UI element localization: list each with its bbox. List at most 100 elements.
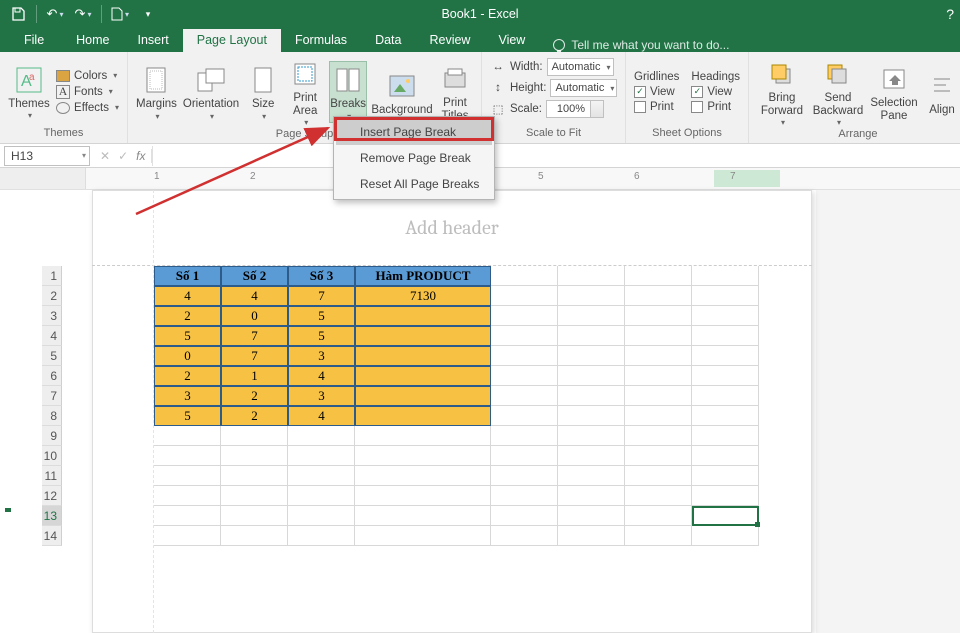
table-header[interactable]: Số 1 [154,266,221,286]
cell[interactable] [692,306,759,326]
print-area-button[interactable]: Print Area▾ [287,56,323,128]
cell[interactable] [625,486,692,506]
cell[interactable]: 5 [154,326,221,346]
table-header[interactable]: Số 2 [221,266,288,286]
cell[interactable] [288,446,355,466]
cell[interactable] [355,406,491,426]
row-header[interactable]: 11 [42,466,62,486]
ribbon-help-icon[interactable]: ? [946,0,954,28]
themes-button[interactable]: Aa Themes▾ [8,62,50,121]
cell[interactable] [221,466,288,486]
selection-pane-button[interactable]: Selection Pane [869,61,919,122]
cell[interactable] [625,286,692,306]
cell[interactable]: 2 [221,406,288,426]
cell[interactable]: 7 [221,326,288,346]
cell[interactable] [221,486,288,506]
cell[interactable] [625,466,692,486]
cell[interactable] [558,306,625,326]
cancel-formula-icon[interactable]: ✕ [100,149,110,163]
cell[interactable]: 4 [221,286,288,306]
cell[interactable] [558,406,625,426]
cell[interactable] [154,446,221,466]
align-button[interactable]: Align [925,68,959,117]
scale-spinner[interactable]: 100% [546,100,604,118]
effects-button[interactable]: Effects▾ [56,102,119,114]
tab-data[interactable]: Data [361,29,415,52]
cell[interactable] [625,266,692,286]
cell[interactable] [692,446,759,466]
cell[interactable] [625,526,692,546]
cell[interactable] [558,446,625,466]
cell[interactable]: 7 [221,346,288,366]
cell[interactable]: 7 [288,286,355,306]
row-header[interactable]: 1 [42,266,62,286]
new-doc-button[interactable]: ▾ [108,2,132,26]
colors-button[interactable]: Colors▾ [56,70,119,82]
cell[interactable] [692,286,759,306]
cell[interactable] [491,526,558,546]
headings-view-checkbox[interactable] [691,86,703,98]
row-header[interactable]: 8 [42,406,62,426]
cell[interactable] [692,326,759,346]
cell[interactable] [288,486,355,506]
row-header[interactable]: 4 [42,326,62,346]
cell[interactable] [625,446,692,466]
tab-home[interactable]: Home [62,29,123,52]
cell[interactable] [491,346,558,366]
cell[interactable] [491,386,558,406]
cell[interactable] [625,306,692,326]
cell[interactable] [558,286,625,306]
formula-input[interactable] [152,146,960,166]
cell[interactable]: 7130 [355,286,491,306]
cell[interactable]: 2 [221,386,288,406]
qat-customize[interactable]: ▾ [136,2,160,26]
cell[interactable]: 3 [288,386,355,406]
cell[interactable] [625,346,692,366]
cell[interactable] [625,506,692,526]
cell[interactable]: 0 [221,306,288,326]
cell[interactable] [221,526,288,546]
cell[interactable]: 2 [154,366,221,386]
cell[interactable] [491,266,558,286]
cell[interactable] [288,466,355,486]
tab-file[interactable]: File [10,29,62,52]
width-combo[interactable]: Automatic [547,58,614,76]
row-header[interactable]: 12 [42,486,62,506]
cell[interactable] [154,466,221,486]
cell[interactable] [491,426,558,446]
cell[interactable] [154,506,221,526]
redo-button[interactable]: ↷▾ [71,2,95,26]
cell[interactable] [154,426,221,446]
table-header[interactable]: Hàm PRODUCT [355,266,491,286]
cell[interactable] [491,446,558,466]
row-header[interactable]: 13 [42,506,62,526]
cell[interactable] [692,386,759,406]
cell[interactable] [355,526,491,546]
cell[interactable] [355,366,491,386]
cell[interactable] [558,266,625,286]
cell[interactable] [355,426,491,446]
cell[interactable] [558,466,625,486]
cell[interactable] [692,406,759,426]
cell[interactable] [692,426,759,446]
cell[interactable] [491,406,558,426]
row-header[interactable]: 9 [42,426,62,446]
page-header-placeholder[interactable]: Add header [92,190,812,266]
cell[interactable] [491,326,558,346]
row-header[interactable]: 14 [42,526,62,546]
bring-forward-button[interactable]: Bring Forward▾ [757,56,807,128]
cell[interactable] [355,346,491,366]
cell[interactable] [355,326,491,346]
selected-cell[interactable] [692,506,759,526]
cell[interactable] [692,486,759,506]
cell[interactable] [558,486,625,506]
cell[interactable] [692,466,759,486]
menu-remove-page-break[interactable]: Remove Page Break [336,145,492,171]
cell[interactable] [558,326,625,346]
cell[interactable] [692,266,759,286]
tab-review[interactable]: Review [415,29,484,52]
cell[interactable]: 4 [154,286,221,306]
tab-insert[interactable]: Insert [124,29,183,52]
cell[interactable] [625,366,692,386]
cell[interactable]: 5 [154,406,221,426]
